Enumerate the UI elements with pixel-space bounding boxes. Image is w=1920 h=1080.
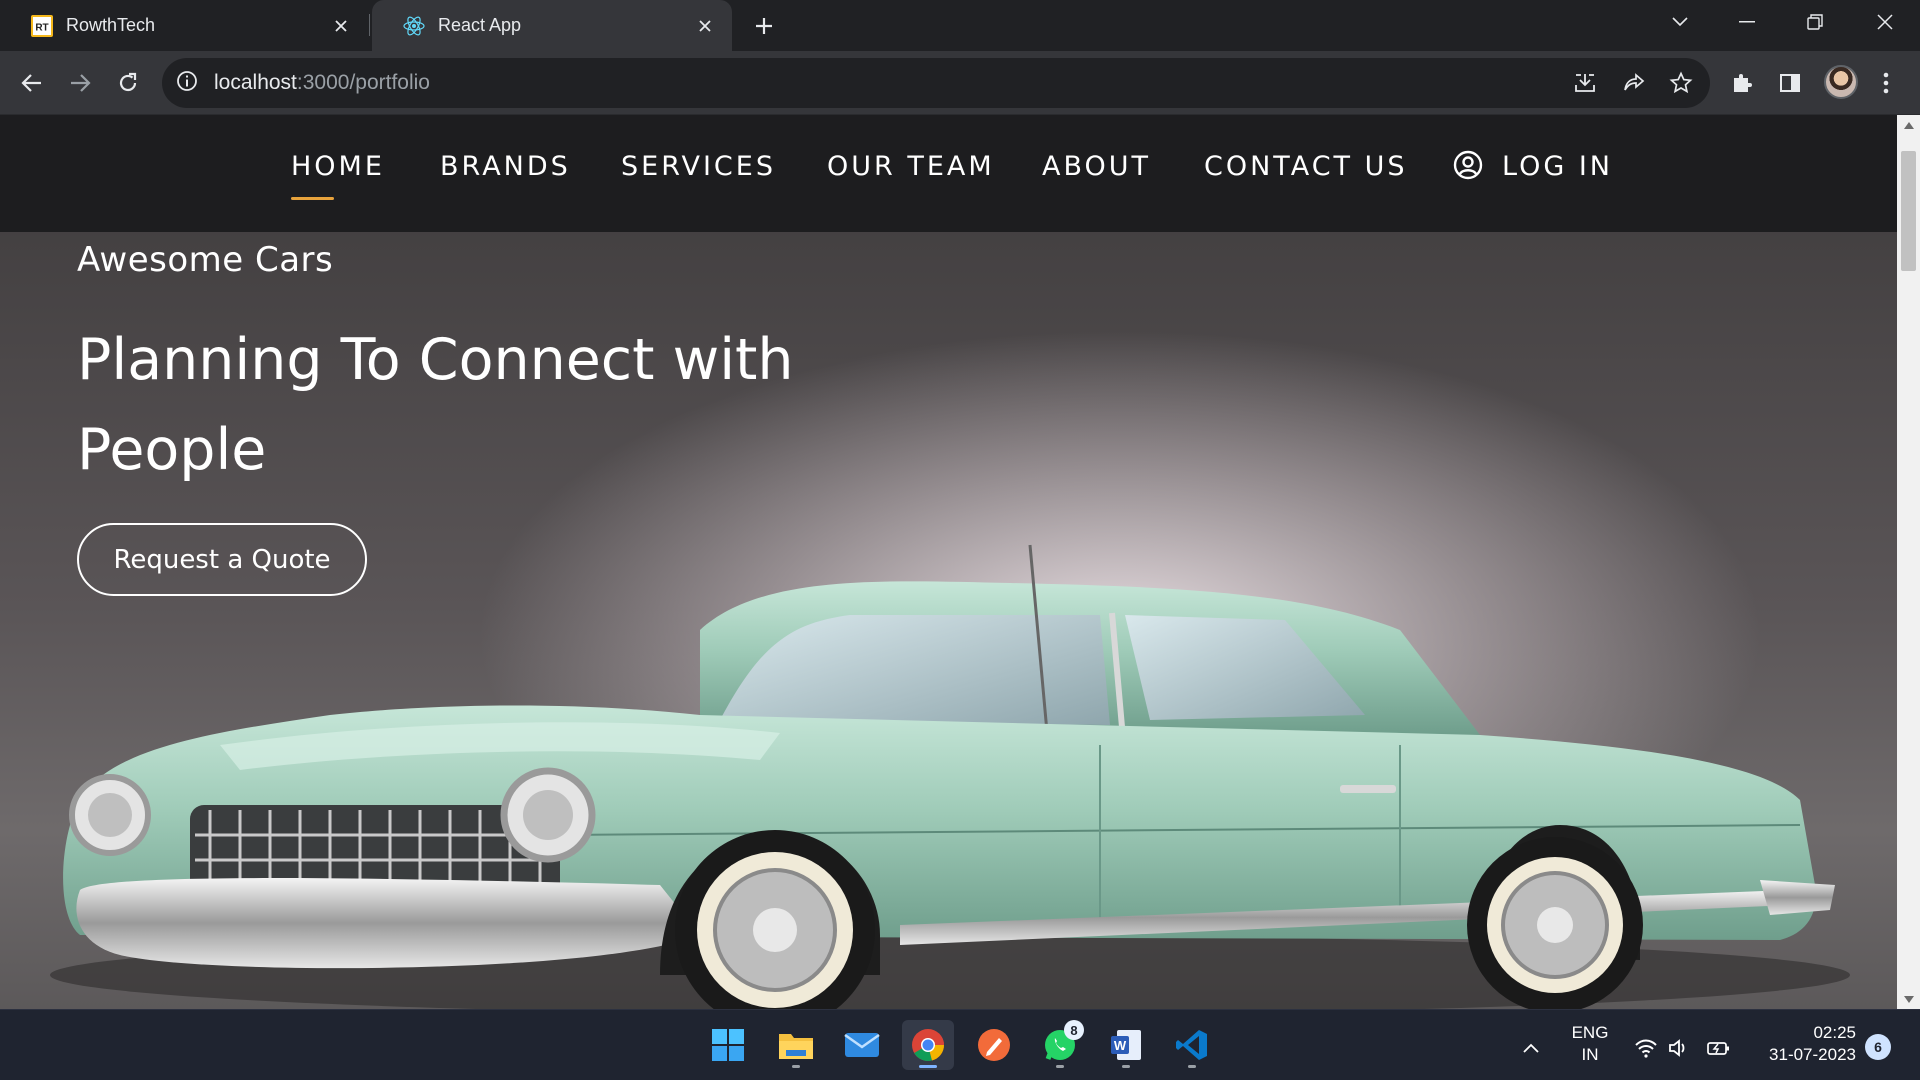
file-explorer-icon[interactable]	[770, 1020, 822, 1070]
profile-avatar[interactable]	[1824, 65, 1858, 99]
volume-icon[interactable]	[1666, 1035, 1692, 1061]
tab-rowthtech[interactable]: RT RowthTech	[0, 0, 368, 51]
web-page: HOME BRANDS SERVICES OUR TEAM ABOUT CONT…	[0, 115, 1897, 1009]
whatsapp-icon[interactable]: 8	[1034, 1020, 1086, 1070]
language-indicator[interactable]: ENG IN	[1564, 1022, 1616, 1066]
notification-count-badge[interactable]: 6	[1865, 1034, 1891, 1060]
svg-text:RT: RT	[35, 22, 48, 33]
pen-app-icon[interactable]	[968, 1020, 1020, 1070]
close-icon[interactable]	[690, 11, 720, 41]
hero-title: Planning To Connect with People	[77, 327, 794, 483]
windows-taskbar: 8 W ENG IN 02:25 31-07-2023 6	[0, 1009, 1920, 1080]
close-icon[interactable]	[326, 11, 356, 41]
nav-active-indicator	[291, 197, 334, 200]
user-circle-icon[interactable]	[1453, 150, 1483, 180]
site-info-icon[interactable]	[176, 70, 202, 96]
forward-arrow-icon[interactable]	[58, 61, 102, 105]
tab-react-app[interactable]: React App	[372, 0, 732, 51]
browser-toolbar: localhost:3000/portfolio	[0, 51, 1920, 115]
new-tab-plus-icon[interactable]	[748, 10, 780, 42]
wifi-icon[interactable]	[1633, 1035, 1659, 1061]
vintage-car-image	[50, 544, 1850, 1009]
kebab-menu-icon[interactable]	[1864, 61, 1908, 105]
whatsapp-badge: 8	[1064, 1020, 1084, 1040]
back-arrow-icon[interactable]	[10, 61, 54, 105]
battery-charging-icon[interactable]	[1706, 1035, 1732, 1061]
scroll-up-arrow-icon[interactable]	[1897, 115, 1920, 135]
chevron-up-icon[interactable]	[1518, 1035, 1544, 1061]
nav-about[interactable]: ABOUT	[1042, 151, 1151, 182]
url-text: localhost:3000/portfolio	[214, 71, 430, 94]
tab-divider	[369, 14, 370, 36]
nav-home[interactable]: HOME	[291, 151, 385, 182]
page-scrollbar[interactable]	[1897, 115, 1920, 1009]
vscode-icon[interactable]	[1166, 1020, 1218, 1070]
site-navbar: HOME BRANDS SERVICES OUR TEAM ABOUT CONT…	[0, 115, 1897, 232]
nav-login[interactable]: LOG IN	[1502, 151, 1613, 182]
restore-icon[interactable]	[1780, 0, 1850, 44]
bookmark-star-icon[interactable]	[1662, 64, 1700, 102]
reload-icon[interactable]	[106, 61, 150, 105]
nav-services[interactable]: SERVICES	[621, 151, 776, 182]
rowthtech-favicon-icon: RT	[30, 14, 54, 38]
svg-text:W: W	[1114, 1038, 1127, 1053]
react-favicon-icon	[402, 14, 426, 38]
tab-strip: RT RowthTech React App	[0, 0, 1920, 51]
tab-title: RowthTech	[66, 15, 156, 35]
scroll-thumb[interactable]	[1901, 151, 1916, 271]
hero-subtitle: Awesome Cars	[77, 240, 334, 280]
address-bar[interactable]: localhost:3000/portfolio	[162, 58, 1710, 108]
clock[interactable]: 02:25 31-07-2023	[1750, 1022, 1856, 1066]
side-panel-icon[interactable]	[1768, 61, 1812, 105]
minimize-icon[interactable]	[1712, 0, 1782, 44]
nav-brands[interactable]: BRANDS	[440, 151, 571, 182]
mail-icon[interactable]	[836, 1020, 888, 1070]
share-icon[interactable]	[1615, 64, 1653, 102]
nav-contact-us[interactable]: CONTACT US	[1204, 151, 1408, 182]
windows-start-icon[interactable]	[702, 1020, 754, 1070]
word-icon[interactable]: W	[1100, 1020, 1152, 1070]
extensions-puzzle-icon[interactable]	[1720, 61, 1764, 105]
nav-our-team[interactable]: OUR TEAM	[827, 151, 995, 182]
chrome-icon[interactable]	[902, 1020, 954, 1070]
tab-title: React App	[438, 15, 522, 35]
install-app-icon[interactable]	[1566, 64, 1604, 102]
scroll-down-arrow-icon[interactable]	[1897, 989, 1920, 1009]
tab-search-chevron-icon[interactable]	[1645, 0, 1715, 44]
request-quote-button[interactable]: Request a Quote	[77, 523, 367, 596]
close-window-icon[interactable]	[1850, 0, 1920, 44]
